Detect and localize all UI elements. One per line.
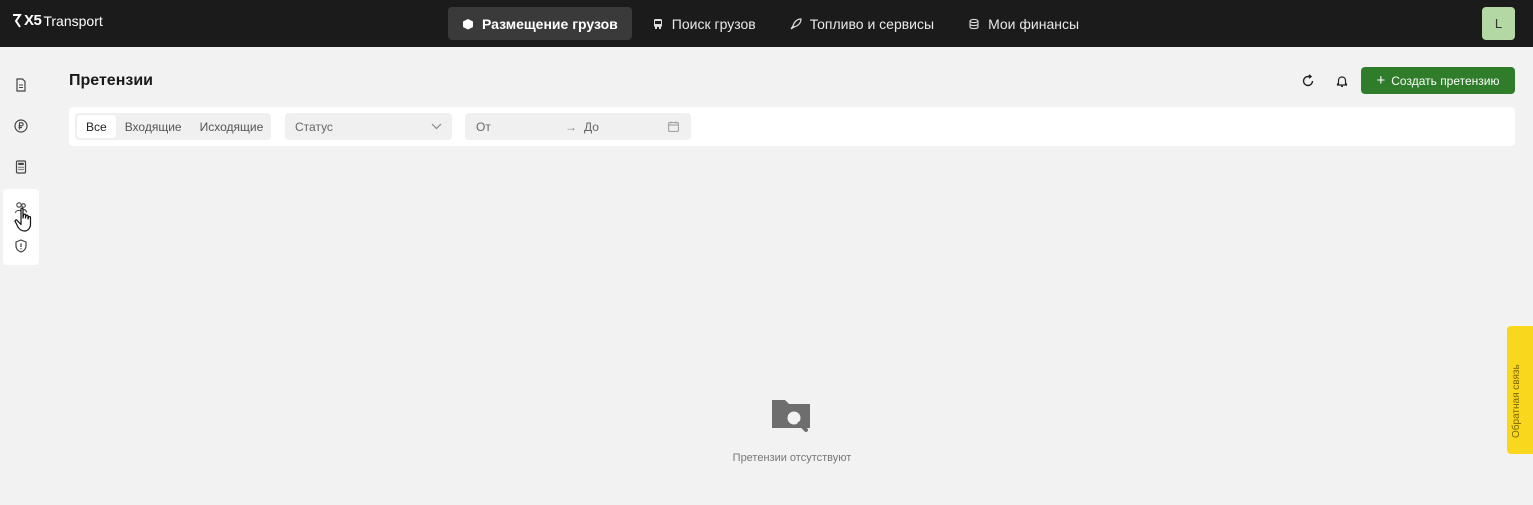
logo[interactable]: X5 Transport [12, 12, 103, 29]
create-claim-label: Создать претензию [1391, 73, 1500, 88]
logo-icon [13, 13, 22, 28]
truck-icon [652, 18, 664, 30]
logo-name: Transport [43, 12, 103, 29]
hand-cursor-icon [14, 207, 32, 232]
calendar-icon [668, 121, 679, 132]
status-select[interactable]: Статус [285, 113, 452, 140]
coins-icon [968, 18, 980, 30]
nav-label: Поиск грузов [671, 15, 756, 32]
calculator-icon [15, 160, 27, 174]
nav-cargo-search[interactable]: Поиск грузов [638, 7, 770, 40]
logo-mark: X5 [24, 12, 42, 29]
sidebar-item-calculator[interactable] [3, 148, 39, 186]
date-to-input[interactable]: До [584, 120, 599, 134]
refresh-icon [1302, 74, 1314, 87]
nav-fuel-services[interactable]: Топливо и сервисы [776, 7, 948, 40]
nav-cargo-placement[interactable]: Размещение грузов [448, 7, 632, 40]
top-bar: X5 Transport Размещение грузов Поиск гру… [0, 0, 1533, 47]
segment-outgoing[interactable]: Исходящие [191, 115, 273, 138]
date-from-input[interactable]: От [476, 120, 491, 134]
page-title: Претензии [69, 72, 153, 89]
nav-label: Размещение грузов [482, 15, 618, 32]
chevron-down-icon [431, 123, 442, 130]
refresh-button[interactable] [1297, 70, 1319, 92]
ruble-icon [14, 119, 28, 133]
arrow-right-icon: → [565, 120, 577, 134]
nav-label: Топливо и сервисы [809, 15, 935, 32]
claims-direction-segmented: Все Входящие Исходящие [75, 113, 271, 140]
sidebar-item-documents[interactable] [3, 66, 39, 104]
feedback-label: Обратная связь [1511, 364, 1522, 438]
plus-icon: + [1376, 72, 1386, 89]
nav-label: Мои финансы [988, 15, 1080, 32]
create-claim-button[interactable]: + Создать претензию [1361, 67, 1515, 94]
user-avatar[interactable]: L [1482, 7, 1515, 40]
box-icon [462, 18, 474, 30]
filter-bar: Все Входящие Исходящие Статус От → До [69, 107, 1515, 146]
sidebar [3, 66, 39, 265]
main-nav: Размещение грузов Поиск грузов Топливо и… [448, 7, 1093, 40]
document-icon [16, 78, 26, 92]
segment-incoming[interactable]: Входящие [116, 115, 191, 138]
nav-my-finances[interactable]: Мои финансы [954, 7, 1093, 40]
empty-folder-search-icon [772, 400, 810, 432]
rocket-icon [790, 17, 802, 30]
shield-icon [15, 239, 27, 253]
notifications-button[interactable] [1331, 70, 1353, 92]
status-placeholder: Статус [295, 119, 333, 134]
bell-icon [1336, 76, 1348, 87]
sidebar-item-payments[interactable] [3, 107, 39, 145]
date-range-picker[interactable]: От → До [465, 113, 691, 140]
feedback-tab[interactable]: Обратная связь [1507, 326, 1533, 454]
empty-state-text: Претензии отсутствуют [732, 452, 852, 464]
segment-all[interactable]: Все [77, 115, 116, 138]
